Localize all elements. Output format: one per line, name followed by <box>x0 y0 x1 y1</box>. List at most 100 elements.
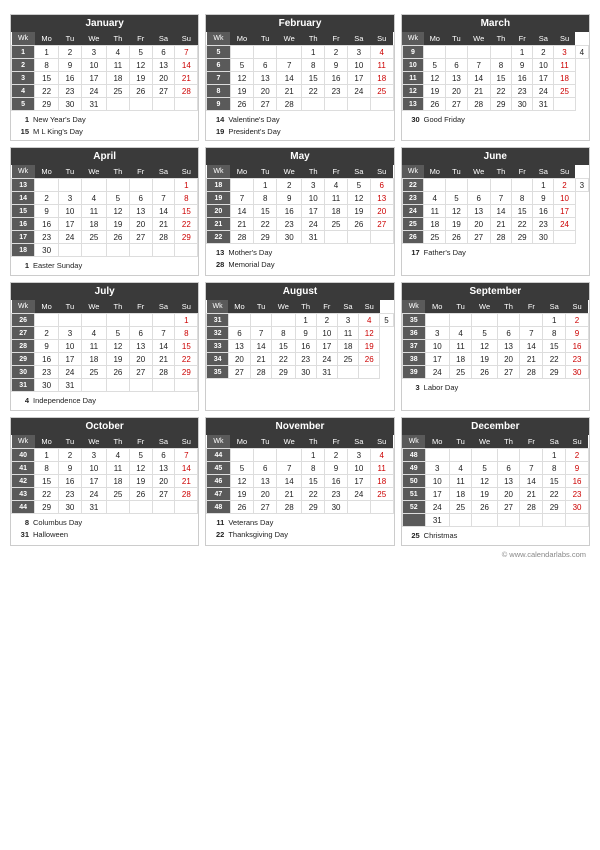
day-cell: 28 <box>520 366 543 379</box>
week-number: 24 <box>402 205 424 218</box>
week-number: 29 <box>12 353 35 366</box>
week-number: 28 <box>12 340 35 353</box>
table-row: 1978910111213 <box>207 192 393 205</box>
day-cell <box>106 379 129 392</box>
table-row: 352728293031 <box>207 366 393 379</box>
table-row: 441234 <box>207 449 393 462</box>
day-cell: 2 <box>35 327 59 340</box>
day-cell: 11 <box>81 340 106 353</box>
day-cell: 16 <box>295 340 316 353</box>
day-cell: 30 <box>566 366 589 379</box>
day-cell: 17 <box>347 475 370 488</box>
month-table: WkMoTuWeThFrSaSu441234455678910114612131… <box>206 435 393 514</box>
month-header: October <box>11 418 198 435</box>
week-number: 7 <box>207 72 230 85</box>
table-row: 3023242526272829 <box>12 366 198 379</box>
week-number: 39 <box>402 366 425 379</box>
table-row: 1219202122232425 <box>402 85 588 98</box>
day-cell: 2 <box>325 46 348 59</box>
day-cell: 5 <box>230 462 254 475</box>
day-cell: 12 <box>359 327 380 340</box>
table-row: 5293031 <box>12 98 198 111</box>
week-number: 18 <box>12 244 35 257</box>
day-cell: 12 <box>472 475 497 488</box>
day-cell: 17 <box>81 72 106 85</box>
holidays-section: 8Columbus Day31Halloween <box>11 514 198 543</box>
col-header-wk: Wk <box>402 165 424 179</box>
week-number: 1 <box>12 46 35 59</box>
day-cell: 22 <box>175 353 198 366</box>
table-row: 10567891011 <box>402 59 588 72</box>
day-cell: 23 <box>59 488 82 501</box>
page: JanuaryWkMoTuWeThFrSaSu11234567289101112… <box>0 0 600 565</box>
day-cell: 4 <box>106 46 129 59</box>
month-block-february: FebruaryWkMoTuWeThFrSaSu5123465678910117… <box>205 14 394 141</box>
week-number: 35 <box>207 366 229 379</box>
day-cell: 18 <box>449 353 472 366</box>
week-number <box>402 514 425 527</box>
day-cell: 24 <box>347 488 370 501</box>
day-cell: 18 <box>449 488 472 501</box>
day-cell: 29 <box>175 366 198 379</box>
day-cell: 21 <box>251 353 272 366</box>
day-cell: 31 <box>425 514 449 527</box>
week-number: 37 <box>402 340 425 353</box>
day-cell <box>425 449 449 462</box>
table-row: 3512 <box>402 314 588 327</box>
week-number: 26 <box>402 231 424 244</box>
day-cell: 23 <box>325 85 348 98</box>
day-cell: 10 <box>302 192 325 205</box>
day-cell <box>254 449 277 462</box>
month-header: June <box>402 148 589 165</box>
col-header-fr: Fr <box>512 32 533 46</box>
day-cell: 1 <box>35 46 59 59</box>
day-cell: 18 <box>370 475 393 488</box>
holiday-name: Valentine's Day <box>228 114 279 126</box>
day-cell: 30 <box>59 98 82 111</box>
day-cell: 3 <box>575 179 588 192</box>
day-cell: 1 <box>533 179 554 192</box>
day-cell: 16 <box>566 475 589 488</box>
day-cell: 9 <box>295 327 316 340</box>
col-header-we: We <box>81 165 106 179</box>
day-cell <box>152 379 175 392</box>
holidays-section: 25Christmas <box>402 527 589 545</box>
col-header-tu: Tu <box>59 165 82 179</box>
holiday-day: 1 <box>15 260 29 272</box>
day-cell: 19 <box>472 488 497 501</box>
day-cell: 16 <box>325 475 348 488</box>
col-header-su: Su <box>175 435 198 449</box>
day-cell: 3 <box>554 46 575 59</box>
day-cell: 16 <box>512 72 533 85</box>
holiday-day: 28 <box>210 259 224 271</box>
day-cell: 17 <box>302 205 325 218</box>
week-number: 2 <box>12 59 35 72</box>
week-number: 26 <box>12 314 35 327</box>
day-cell: 3 <box>81 449 106 462</box>
calendar-grid: JanuaryWkMoTuWeThFrSaSu11234567289101112… <box>10 14 590 546</box>
holidays-section: 17Father's Day <box>402 244 589 262</box>
day-cell: 6 <box>497 462 520 475</box>
day-cell: 29 <box>272 366 295 379</box>
holiday-day: 11 <box>210 517 224 529</box>
day-cell: 22 <box>543 353 566 366</box>
day-cell: 12 <box>347 192 370 205</box>
month-table: WkMoTuWeThFrSaSu351236345678937101112131… <box>402 300 589 379</box>
day-cell: 18 <box>337 340 358 353</box>
day-cell: 19 <box>424 85 446 98</box>
day-cell <box>472 449 497 462</box>
day-cell <box>230 46 254 59</box>
day-cell: 8 <box>254 192 277 205</box>
month-block-may: MayWkMoTuWeThFrSaSu181234561978910111213… <box>205 147 394 276</box>
week-number: 35 <box>402 314 425 327</box>
month-block-april: AprilWkMoTuWeThFrSaSu1311423456781591011… <box>10 147 199 276</box>
day-cell: 10 <box>81 462 106 475</box>
month-block-october: OctoberWkMoTuWeThFrSaSu40123456741891011… <box>10 417 199 546</box>
col-header-wk: Wk <box>207 435 230 449</box>
day-cell: 15 <box>543 475 566 488</box>
holiday-item: 3Labor Day <box>406 382 585 394</box>
day-cell <box>325 98 348 111</box>
day-cell: 17 <box>59 353 82 366</box>
col-header-wk: Wk <box>12 165 35 179</box>
day-cell: 29 <box>543 366 566 379</box>
